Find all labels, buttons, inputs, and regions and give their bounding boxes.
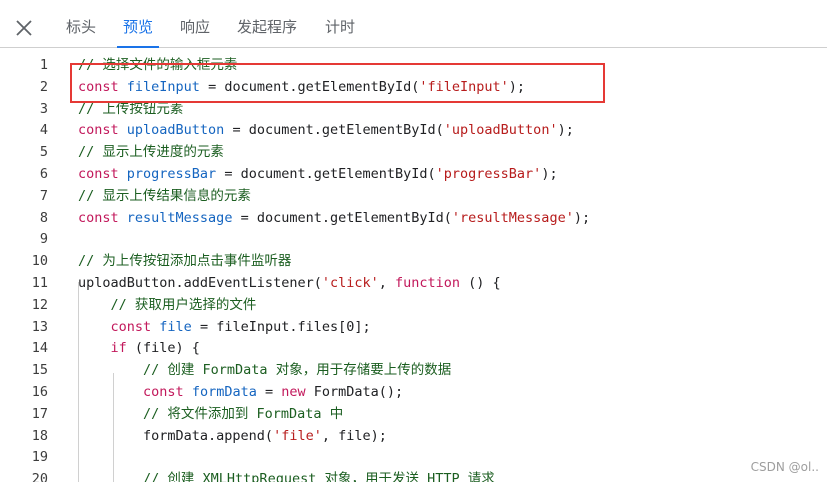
code-text: const uploadButton = document.getElement… — [78, 122, 574, 139]
line-number: 10 — [31, 253, 48, 270]
line-number: 12 — [31, 296, 48, 313]
code-text: // 显示上传结果信息的元素 — [78, 187, 251, 204]
code-text: formData.append('file', file); — [78, 427, 387, 444]
code-line: 17 // 将文件添加到 FormData 中 — [0, 403, 827, 425]
line-number: 3 — [39, 100, 48, 117]
close-icon — [16, 20, 32, 36]
tab-timing[interactable]: 计时 — [325, 7, 355, 47]
line-number: 2 — [39, 78, 48, 95]
code-text: if (file) { — [110, 340, 200, 357]
line-number: 16 — [31, 384, 48, 400]
code-line: 4 const uploadButton = document.getElemen… — [0, 119, 827, 141]
line-number: 20 — [31, 471, 48, 482]
tab-preview[interactable]: 预览 — [116, 7, 160, 48]
code-text: // 将文件添加到 FormData 中 — [143, 405, 344, 422]
code-text: uploadButton.addEventListener('click', f… — [78, 275, 501, 291]
code-line: 5 // 显示上传进度的元素 — [0, 141, 827, 163]
line-number: 17 — [31, 405, 48, 422]
line-number: 14 — [31, 340, 48, 357]
highlight-box — [70, 63, 605, 103]
line-number: 8 — [39, 209, 48, 226]
code-line: 12 // 获取用户选择的文件 — [0, 294, 827, 316]
tab-headers[interactable]: 标头 — [66, 7, 96, 47]
code-line: 7 // 显示上传结果信息的元素 — [0, 185, 827, 207]
code-line: 8 const resultMessage = document.getEleme… — [0, 207, 827, 229]
close-button[interactable] — [10, 15, 38, 41]
code-text: // 为上传按钮添加点击事件监听器 — [78, 253, 292, 270]
code-text: const progressBar = document.getElementB… — [78, 166, 558, 182]
line-number: 6 — [39, 166, 48, 182]
line-number: 4 — [39, 122, 48, 139]
code-text: const formData = new FormData(); — [143, 384, 404, 400]
code-line: 11 uploadButton.addEventListener('click',… — [0, 272, 827, 294]
line-number: 18 — [31, 427, 48, 444]
code-preview[interactable]: 1// 选择文件的输入框元素 2 const fileInput = documen… — [0, 48, 827, 482]
devtools-tab-bar: 标头 预览 响应 发起程序 计时 — [0, 7, 827, 48]
code-line: 18 formData.append('file', file); — [0, 425, 827, 447]
code-line: 19 — [0, 446, 827, 468]
tab-initiator[interactable]: 发起程序 — [237, 7, 297, 47]
code-text: // 显示上传进度的元素 — [78, 144, 224, 161]
code-line: 10 // 为上传按钮添加点击事件监听器 — [0, 250, 827, 272]
code-line: 13 const file = fileInput.files[0]; — [0, 316, 827, 338]
code-text: const resultMessage = document.getElemen… — [78, 209, 591, 226]
code-text: const file = fileInput.files[0]; — [110, 318, 371, 335]
line-number: 7 — [39, 187, 48, 204]
line-number: 5 — [39, 144, 48, 161]
code-line: 9 — [0, 228, 827, 250]
line-number: 1 — [39, 57, 48, 73]
line-number: 13 — [31, 318, 48, 335]
tab-response[interactable]: 响应 — [180, 7, 210, 47]
code-line: 16 const formData = new FormData(); — [0, 381, 827, 403]
line-number: 9 — [39, 231, 48, 248]
code-text: // 获取用户选择的文件 — [110, 296, 257, 313]
code-line: 14 if (file) { — [0, 337, 827, 359]
line-number: 15 — [31, 362, 48, 379]
line-number: 11 — [31, 275, 48, 291]
code-text: // 创建 FormData 对象，用于存储要上传的数据 — [143, 362, 452, 379]
code-line: 20 // 创建 XMLHttpRequest 对象，用于发送 HTTP 请求 — [0, 468, 827, 482]
code-text: // 创建 XMLHttpRequest 对象，用于发送 HTTP 请求 — [143, 471, 495, 482]
watermark: CSDN @ol.. — [750, 460, 819, 474]
code-line: 6 const progressBar = document.getElement… — [0, 163, 827, 185]
code-line: 15 // 创建 FormData 对象，用于存储要上传的数据 — [0, 359, 827, 381]
line-number: 19 — [31, 449, 48, 466]
